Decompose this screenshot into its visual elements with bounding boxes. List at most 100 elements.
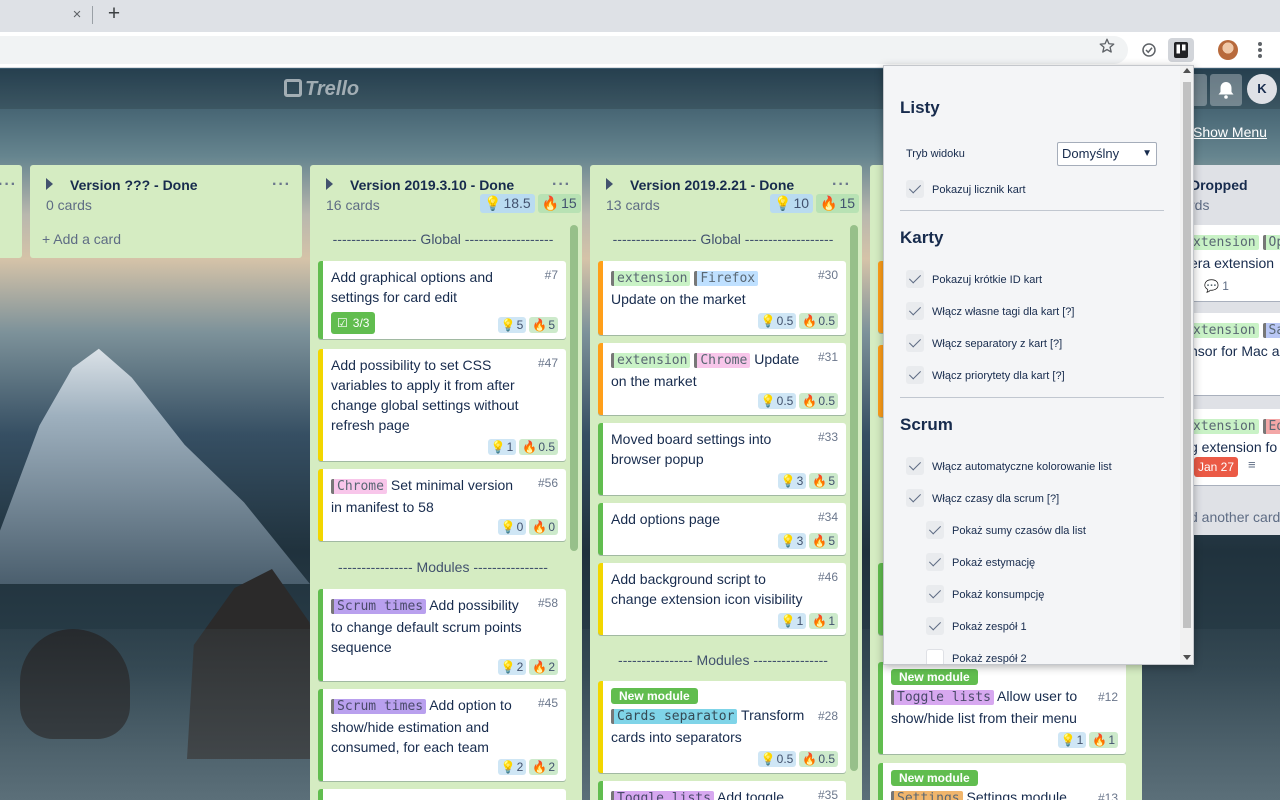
show-sums-checkbox[interactable]: [926, 521, 944, 539]
card-title: Scrum times Add possibility to change de…: [331, 597, 522, 655]
enable-tags-checkbox[interactable]: [906, 302, 924, 320]
fire-icon: 🔥: [820, 195, 838, 211]
add-card-button[interactable]: d another card: [1190, 509, 1280, 525]
consumption-badge: 🔥 5: [529, 317, 558, 333]
trello-logo[interactable]: Trello: [284, 78, 359, 100]
fire-icon: 🔥: [522, 440, 538, 454]
card[interactable]: Add graphical options and settings for c…: [318, 261, 566, 339]
show-consumption-checkbox[interactable]: [926, 585, 944, 603]
profile-avatar[interactable]: [1218, 40, 1238, 60]
show-estimation-checkbox[interactable]: [926, 553, 944, 571]
list-card-count: 13 cards: [606, 197, 660, 213]
card[interactable]: Scrum times Add option to show/hide esti…: [318, 689, 566, 781]
add-card-button[interactable]: + Add a card: [42, 231, 121, 247]
card-title: New moduleSettings Settings module, to: [891, 767, 1086, 800]
card-tag: extension: [611, 353, 691, 368]
list-header: Version ??? - Done ··· 0 cards: [30, 165, 302, 225]
card[interactable]: Moved board settings into browser popup …: [598, 423, 846, 495]
section-divider: [900, 210, 1164, 211]
estimation-badge: 💡 2: [497, 759, 527, 775]
card[interactable]: extension Chrome Update on the market #3…: [598, 343, 846, 415]
card[interactable]: Chrome Set minimal version in manifest t…: [318, 469, 566, 541]
list-title[interactable]: Version 2019.3.10 - Done: [350, 177, 514, 193]
enable-priorities-checkbox[interactable]: [906, 366, 924, 384]
checkbox-icon: ☑: [337, 316, 348, 330]
popup-scroll-thumb[interactable]: [1183, 82, 1191, 628]
checklist-badge: ☑ 3/3: [331, 312, 376, 334]
card-title: extension Firefox Update on the market: [611, 267, 806, 309]
member-avatar[interactable]: K: [1247, 74, 1277, 104]
trello-extension-button[interactable]: [1168, 38, 1194, 62]
list-menu-icon[interactable]: ···: [272, 176, 291, 194]
browser-tabstrip: × +: [0, 0, 1280, 32]
consumption-badge: 🔥 5: [809, 533, 838, 549]
view-mode-label: Tryb widoku: [906, 148, 965, 160]
card[interactable]: New module Cards separator Transform card…: [598, 681, 846, 773]
card[interactable]: Add possibility to set CSS variables to …: [318, 349, 566, 461]
card-id: #45: [537, 696, 558, 710]
list-scrollbar[interactable]: [570, 225, 578, 551]
card[interactable]: Scrum times Add possibility to change de…: [318, 589, 566, 681]
card[interactable]: [318, 789, 566, 800]
estimation-badge: 💡 18.5: [480, 194, 535, 213]
browser-menu-icon[interactable]: [1252, 40, 1268, 60]
section-divider: [900, 397, 1164, 398]
browser-toolbar: [0, 32, 1280, 68]
list-menu-icon[interactable]: ···: [552, 176, 571, 194]
show-team2-checkbox[interactable]: [926, 649, 944, 664]
scroll-up-arrow-icon[interactable]: [1183, 68, 1191, 73]
show-menu-link[interactable]: Show Menu: [1193, 124, 1267, 140]
collapse-caret-icon[interactable]: [46, 178, 53, 190]
show-short-id-checkbox[interactable]: [906, 270, 924, 288]
enable-tags-label: Włącz własne tagi dla kart [?]: [932, 306, 1075, 318]
scroll-down-arrow-icon[interactable]: [1183, 655, 1191, 660]
separator-card[interactable]: ---------------- Modules ---------------…: [318, 559, 568, 575]
card-badges: 💡 1 🔥 1: [1057, 732, 1118, 748]
card[interactable]: extension Firefox Update on the market #3…: [598, 261, 846, 335]
separator-card[interactable]: ------------------ Global --------------…: [598, 231, 848, 247]
extension-check-icon[interactable]: [1140, 41, 1158, 59]
scrum-times-checkbox[interactable]: [906, 489, 924, 507]
list-menu-icon[interactable]: ···: [0, 176, 17, 194]
address-bar[interactable]: [0, 36, 1128, 64]
bulb-icon: 💡: [500, 760, 516, 774]
estimation-badge: 💡 3: [777, 533, 807, 549]
fire-icon: 🔥: [532, 660, 548, 674]
card[interactable]: Toggle lists Add toggle #35: [598, 781, 846, 800]
auto-coloring-checkbox[interactable]: [906, 457, 924, 475]
card-id: #31: [817, 350, 838, 364]
list-title[interactable]: Version 2019.2.21 - Done: [630, 177, 794, 193]
fire-icon: 🔥: [802, 314, 818, 328]
enable-separators-checkbox[interactable]: [906, 334, 924, 352]
card[interactable]: New module Toggle lists Allow user to sho…: [878, 662, 1126, 754]
show-card-counter-checkbox[interactable]: [906, 180, 924, 198]
bulb-icon: 💡: [780, 474, 796, 488]
comment-icon: 💬: [1204, 279, 1219, 293]
show-team1-checkbox[interactable]: [926, 617, 944, 635]
card[interactable]: Add options page #34 💡 3 🔥 5: [598, 503, 846, 555]
view-mode-select[interactable]: Domyślny ▼: [1057, 142, 1157, 166]
list-title[interactable]: Version ??? - Done: [70, 177, 198, 193]
card[interactable]: Add background script to change extensio…: [598, 563, 846, 635]
card[interactable]: New moduleSettings Settings module, to #…: [878, 763, 1126, 800]
list-title[interactable]: Dropped: [1190, 177, 1248, 193]
bookmark-star-icon[interactable]: [1098, 37, 1116, 55]
estimation-badge: 💡 0: [497, 519, 527, 535]
list-scrollbar[interactable]: [850, 225, 858, 771]
new-tab-button[interactable]: +: [104, 3, 124, 24]
bulb-icon: 💡: [760, 752, 776, 766]
popup-scrollbar[interactable]: [1180, 66, 1193, 664]
collapse-caret-icon[interactable]: [606, 178, 613, 190]
separator-card[interactable]: ---------------- Modules ---------------…: [598, 652, 848, 668]
consumption-badge: 🔥 0.5: [519, 439, 558, 455]
card-title: extension Chrome Update on the market: [611, 351, 800, 389]
separator-card[interactable]: ------------------ Global --------------…: [318, 231, 568, 247]
card-title: Add possibility to set CSS variables to …: [331, 357, 519, 433]
notifications-button[interactable]: [1210, 74, 1242, 106]
tab-close-icon[interactable]: ×: [68, 6, 86, 24]
card-id: #58: [537, 596, 558, 610]
consumption-badge: 🔥 2: [529, 759, 558, 775]
card-label: New module: [891, 770, 978, 786]
collapse-caret-icon[interactable]: [326, 178, 333, 190]
list-menu-icon[interactable]: ···: [832, 176, 851, 194]
